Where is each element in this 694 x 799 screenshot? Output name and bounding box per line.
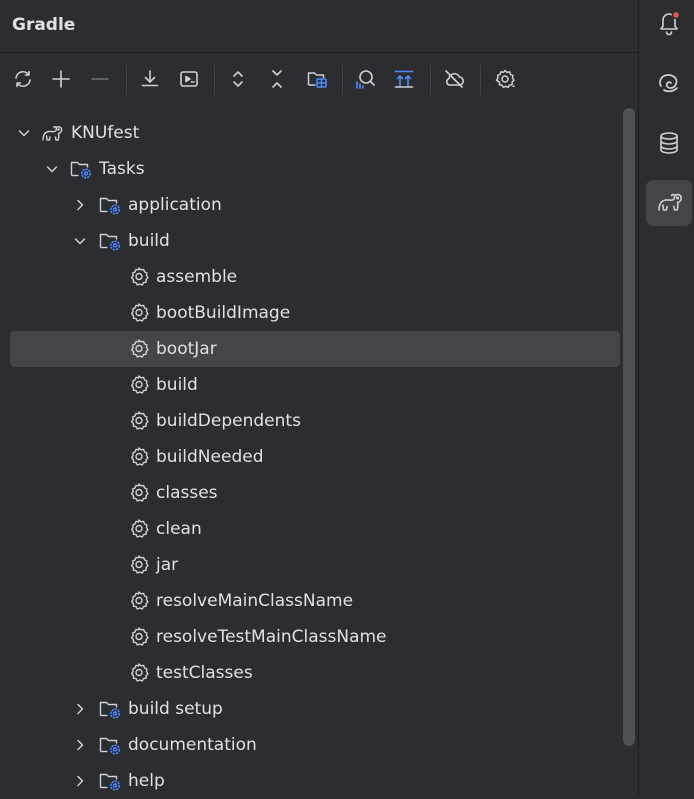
chevron-right-icon[interactable]: [72, 737, 88, 753]
tree-label-application: application: [128, 195, 222, 215]
tree-node-tasks[interactable]: Tasks: [10, 151, 620, 187]
run-task-icon[interactable]: [176, 65, 202, 93]
download-sources-icon[interactable]: [137, 65, 163, 93]
toolbar-separator: [126, 65, 127, 95]
gradle-elephant-icon: [40, 122, 64, 144]
tree-node-build-setup[interactable]: build setup: [10, 691, 620, 727]
collapse-all-icon[interactable]: [264, 65, 290, 93]
tree-label-help: help: [128, 771, 165, 791]
chevron-right-icon[interactable]: [72, 773, 88, 789]
right-tool-strip: [639, 0, 694, 796]
gear-icon: [127, 518, 151, 540]
toolbar: [0, 53, 638, 107]
tree-label-build-setup: build setup: [128, 699, 223, 719]
gear-icon: [127, 626, 151, 648]
expand-all-icon[interactable]: [225, 65, 251, 93]
reload-all-icon[interactable]: [10, 65, 36, 93]
chevron-down-icon[interactable]: [16, 125, 32, 141]
task-item[interactable]: classes: [10, 475, 620, 511]
task-folder-icon: [69, 158, 93, 180]
task-label: testClasses: [156, 663, 253, 683]
task-item[interactable]: clean: [10, 511, 620, 547]
tree-node-project[interactable]: KNUfest: [10, 115, 620, 151]
tree-label-project: KNUfest: [71, 123, 140, 143]
panel-title: Gradle: [12, 15, 76, 35]
task-item[interactable]: jar: [10, 547, 620, 583]
gear-icon: [127, 338, 151, 360]
task-label: clean: [156, 519, 202, 539]
tree-label-tasks: Tasks: [99, 159, 145, 179]
gear-icon: [127, 590, 151, 612]
chevron-down-icon[interactable]: [44, 161, 60, 177]
toolbar-separator: [430, 65, 431, 95]
gear-icon: [127, 410, 151, 432]
database-icon[interactable]: [646, 120, 692, 166]
task-label: bootJar: [156, 339, 217, 359]
task-label: jar: [156, 555, 179, 575]
settings-icon[interactable]: [492, 65, 518, 93]
chevron-right-icon[interactable]: [72, 197, 88, 213]
task-label: classes: [156, 483, 218, 503]
ai-assistant-icon[interactable]: [646, 59, 692, 105]
gear-icon: [127, 554, 151, 576]
task-label: buildNeeded: [156, 447, 264, 467]
gradle-task-tree: KNUfest Tasks application build assemble…: [0, 114, 622, 796]
task-item[interactable]: bootBuildImage: [10, 295, 620, 331]
gear-icon: [127, 266, 151, 288]
task-label: buildDependents: [156, 411, 301, 431]
task-item[interactable]: buildDependents: [10, 403, 620, 439]
gear-icon: [127, 302, 151, 324]
panel-header: Gradle: [0, 0, 638, 53]
tree-node-application[interactable]: application: [10, 187, 620, 223]
tree-label-build-group: build: [128, 231, 170, 251]
tree-node-documentation[interactable]: documentation: [10, 727, 620, 763]
toggle-offline-icon[interactable]: [391, 65, 417, 93]
task-label: resolveMainClassName: [156, 591, 354, 611]
task-label: assemble: [156, 267, 238, 287]
notifications-icon[interactable]: [646, 0, 692, 46]
task-label: resolveTestMainClassName: [156, 627, 387, 647]
offline-mode-icon[interactable]: [441, 65, 467, 93]
task-folder-icon: [98, 230, 122, 252]
gradle-icon[interactable]: [646, 180, 692, 226]
add-icon[interactable]: [48, 65, 74, 93]
task-item-selected[interactable]: bootJar: [10, 331, 620, 367]
toolbar-separator: [342, 65, 343, 95]
toolbar-separator: [480, 65, 481, 95]
task-folder-icon: [98, 194, 122, 216]
task-item[interactable]: build: [10, 367, 620, 403]
gear-icon: [127, 374, 151, 396]
toolbar-separator: [214, 65, 215, 95]
tree-label-documentation: documentation: [128, 735, 257, 755]
task-label: bootBuildImage: [156, 303, 291, 323]
chevron-right-icon[interactable]: [72, 701, 88, 717]
task-item[interactable]: buildNeeded: [10, 439, 620, 475]
task-folder-icon: [98, 698, 122, 720]
gear-icon: [127, 482, 151, 504]
vertical-scrollbar[interactable]: [623, 108, 635, 746]
gear-icon: [127, 662, 151, 684]
task-folder-icon: [98, 734, 122, 756]
gradle-tool-window: Gradle KNUfest Tasks application build a…: [0, 0, 638, 796]
task-item[interactable]: resolveMainClassName: [10, 583, 620, 619]
group-modules-icon[interactable]: [304, 65, 330, 93]
tree-node-help[interactable]: help: [10, 763, 620, 799]
tree-node-build-group[interactable]: build: [10, 223, 620, 259]
task-item[interactable]: testClasses: [10, 655, 620, 691]
gear-icon: [127, 446, 151, 468]
remove-icon[interactable]: [87, 65, 113, 93]
notification-badge: [671, 10, 681, 20]
analyze-dependencies-icon[interactable]: [352, 65, 378, 93]
task-folder-icon: [98, 770, 122, 792]
task-label: build: [156, 375, 198, 395]
chevron-down-icon[interactable]: [72, 233, 88, 249]
task-item[interactable]: assemble: [10, 259, 620, 295]
task-item[interactable]: resolveTestMainClassName: [10, 619, 620, 655]
